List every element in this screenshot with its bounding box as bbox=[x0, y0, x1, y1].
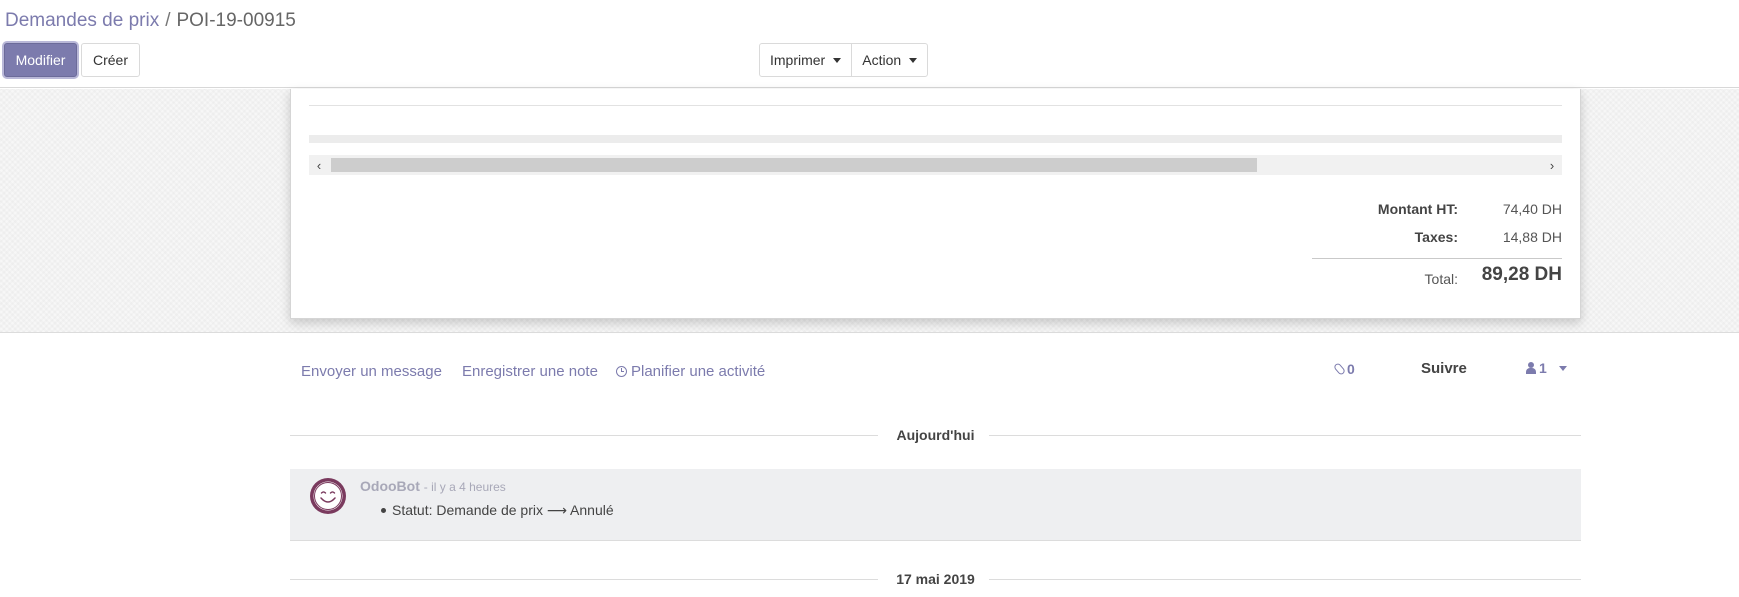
scrollbar-thumb[interactable] bbox=[331, 158, 1257, 172]
caret-down-icon bbox=[1558, 366, 1567, 371]
followers-dropdown[interactable]: 1 bbox=[1526, 360, 1567, 376]
horizontal-scrollbar[interactable]: ‹ › bbox=[309, 155, 1562, 175]
message-timestamp: - il y a 4 heures bbox=[423, 480, 506, 494]
create-button[interactable]: Créer bbox=[81, 43, 140, 77]
print-dropdown-label: Imprimer bbox=[770, 52, 826, 68]
log-note-button[interactable]: Enregistrer une note bbox=[462, 363, 598, 380]
order-lines-table-footer bbox=[309, 135, 1562, 143]
total-value: 89,28 DH bbox=[1481, 264, 1562, 285]
taxes-label: Taxes: bbox=[1414, 229, 1458, 245]
taxes-value: 14,88 DH bbox=[1502, 229, 1562, 245]
control-panel: Demandes de prix / POI-19-00915 Modifier C… bbox=[0, 0, 1739, 88]
sidebar-button-group: Imprimer Action bbox=[759, 43, 929, 77]
schedule-activity-label: Planifier une activité bbox=[631, 363, 766, 380]
caret-down-icon bbox=[909, 57, 918, 63]
scroll-left-arrow-icon[interactable]: ‹ bbox=[309, 155, 329, 175]
print-dropdown[interactable]: Imprimer bbox=[760, 44, 851, 76]
action-dropdown[interactable]: Action bbox=[851, 44, 927, 76]
taxes-row: Taxes: 14,88 DH bbox=[1312, 225, 1562, 253]
send-message-button[interactable]: Envoyer un message bbox=[301, 363, 442, 380]
edit-button[interactable]: Modifier bbox=[4, 43, 77, 77]
chatter-message: OdooBot - il y a 4 heures Statut: Demand… bbox=[290, 469, 1581, 541]
message-author: OdooBot - il y a 4 heures bbox=[360, 478, 506, 494]
total-label: Total: bbox=[1424, 271, 1458, 287]
order-totals: Montant HT: 74,40 DH Taxes: 14,88 DH Tot… bbox=[1312, 197, 1562, 287]
attachments-count: 0 bbox=[1347, 361, 1355, 377]
breadcrumb-parent-link[interactable]: Demandes de prix bbox=[5, 10, 159, 31]
tracking-value-text: Statut: Demande de prix ⟶ Annulé bbox=[392, 502, 614, 518]
date-separator-line bbox=[989, 579, 1581, 580]
untaxed-amount-row: Montant HT: 74,40 DH bbox=[1312, 197, 1562, 225]
date-separator-line bbox=[989, 435, 1581, 436]
form-sheet: ‹ › Montant HT: 74,40 DH Taxes: 14,88 DH… bbox=[290, 89, 1581, 319]
date-separator-today: Aujourd'hui bbox=[290, 425, 1581, 445]
untaxed-amount-value: 74,40 DH bbox=[1502, 201, 1562, 217]
breadcrumb-separator: / bbox=[165, 10, 171, 31]
bullet-icon bbox=[381, 508, 386, 513]
totals-divider bbox=[1312, 258, 1562, 259]
user-icon bbox=[1526, 362, 1536, 374]
order-lines-divider bbox=[309, 105, 1562, 106]
tracking-value-item: Statut: Demande de prix ⟶ Annulé bbox=[381, 502, 614, 519]
attachments-button[interactable]: 0 bbox=[1332, 361, 1355, 377]
date-separator-older: 17 mai 2019 bbox=[290, 569, 1581, 589]
action-dropdown-label: Action bbox=[862, 52, 902, 68]
scroll-right-arrow-icon[interactable]: › bbox=[1542, 155, 1562, 175]
untaxed-amount-label: Montant HT: bbox=[1377, 201, 1458, 217]
message-author-name[interactable]: OdooBot bbox=[360, 478, 420, 494]
breadcrumb: Demandes de prix / POI-19-00915 bbox=[5, 10, 296, 32]
clock-icon bbox=[616, 366, 627, 377]
caret-down-icon bbox=[833, 57, 842, 63]
paperclip-icon bbox=[1332, 362, 1347, 376]
follow-button[interactable]: Suivre bbox=[1421, 360, 1467, 377]
smiley-face-icon bbox=[310, 478, 346, 514]
schedule-activity-button[interactable]: Planifier une activité bbox=[616, 363, 765, 380]
chatter-topbar: Envoyer un message Enregistrer une note … bbox=[290, 355, 1581, 385]
breadcrumb-current: POI-19-00915 bbox=[176, 10, 296, 31]
followers-count: 1 bbox=[1539, 360, 1547, 376]
